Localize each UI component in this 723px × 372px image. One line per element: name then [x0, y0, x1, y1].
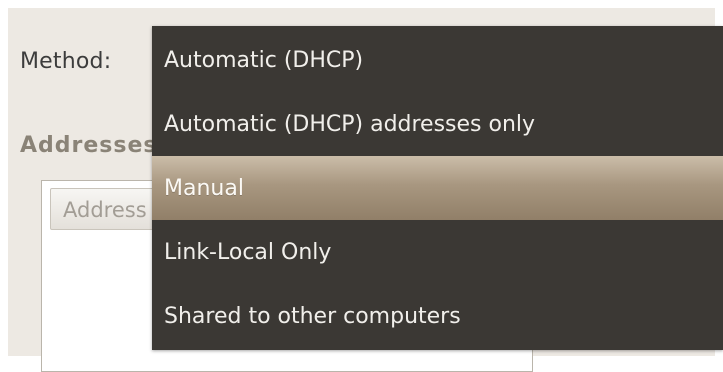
menu-option-manual[interactable]: Manual	[152, 156, 723, 220]
method-dropdown-menu[interactable]: Automatic (DHCP) Automatic (DHCP) addres…	[152, 26, 723, 350]
menu-option-link-local-only[interactable]: Link-Local Only	[152, 220, 723, 284]
menu-option-automatic-dhcp-addresses-only[interactable]: Automatic (DHCP) addresses only	[152, 92, 723, 156]
address-column-header-label: Address	[63, 198, 147, 222]
method-label: Method:	[20, 49, 112, 74]
menu-option-automatic-dhcp[interactable]: Automatic (DHCP)	[152, 28, 723, 92]
addresses-section-heading: Addresses	[20, 133, 158, 158]
menu-option-shared-to-other-computers[interactable]: Shared to other computers	[152, 284, 723, 348]
